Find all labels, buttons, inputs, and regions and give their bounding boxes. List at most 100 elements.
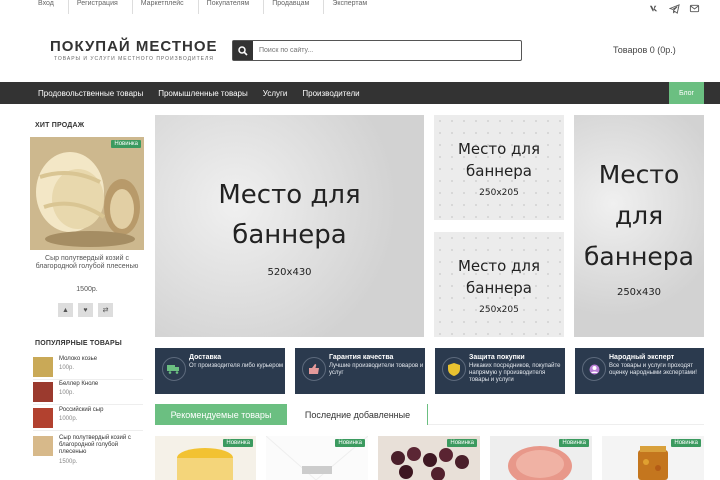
expert-icon	[582, 357, 606, 381]
search-input[interactable]	[253, 41, 518, 60]
tab-latest[interactable]: Последние добавленные	[288, 404, 428, 425]
popular-name: Российский сыр	[59, 407, 104, 413]
feature-title: Народный эксперт	[609, 354, 675, 361]
banner-title-line: Место для	[457, 139, 541, 158]
product-thumb	[33, 357, 53, 377]
telegram-icon[interactable]	[669, 3, 680, 14]
feature-text: Лучшие производители товаров и услуг	[329, 363, 424, 376]
hit-product-title[interactable]: Сыр полутвердый козий с благородной голу…	[30, 255, 144, 271]
cheese-image	[30, 137, 144, 250]
feature-text: Никаких посредников, покупайте напрямую …	[469, 363, 561, 383]
banner-title-line: Место для	[218, 179, 361, 210]
new-badge: Новинка	[447, 439, 477, 447]
banner-tall[interactable]: Место для баннера 250x430	[574, 115, 704, 337]
popular-name: Молоко козье	[59, 356, 98, 362]
banner-title-line: баннера	[232, 219, 347, 250]
list-item[interactable]: Российский сыр 1000р.	[33, 407, 143, 431]
product-card[interactable]: Новинка	[490, 436, 592, 480]
feature-expert: Народный эксперт Все товары и услуги про…	[575, 348, 704, 394]
popular-name: Беллер Кноле	[59, 381, 99, 387]
top-link-sellers[interactable]: Продавцам	[263, 0, 323, 14]
nav-item-food[interactable]: Продовольственные товары	[38, 89, 143, 98]
top-link-buyers[interactable]: Покупателям	[197, 0, 264, 14]
new-badge: Новинка	[111, 140, 141, 148]
banner-size: 250x205	[479, 187, 519, 198]
nav-item-services[interactable]: Услуги	[263, 89, 288, 98]
nav-items: Продовольственные товары Промышленные то…	[38, 82, 375, 104]
banner-title-line: для	[614, 201, 664, 230]
popular-heading: ПОПУЛЯРНЫЕ ТОВАРЫ	[35, 340, 122, 347]
brand-subtitle: товары и услуги местного производителя	[54, 56, 214, 62]
feature-quality: Гарантия качества Лучшие производители т…	[295, 348, 425, 394]
top-link-marketplace[interactable]: Маркетплейс	[131, 0, 198, 14]
vk-icon[interactable]	[649, 3, 660, 14]
feature-delivery: Доставка От производителя либо курьером	[155, 348, 285, 394]
hit-product-price: 1500р.	[76, 286, 98, 293]
product-thumb	[33, 382, 53, 402]
feature-text: Все товары и услуги проходят оценку наро…	[609, 363, 697, 376]
site-logo[interactable]: ПОКУПАЙ МЕСТНОЕ товары и услуги местного…	[50, 38, 218, 62]
popular-price: 1500р.	[59, 459, 78, 465]
list-item[interactable]: Беллер Кноле 100р.	[33, 381, 143, 405]
banner-small-top[interactable]: Место для баннера 250x205	[434, 115, 564, 220]
tab-divider	[428, 424, 704, 425]
feature-title: Доставка	[189, 354, 222, 361]
feature-title: Гарантия качества	[329, 354, 394, 361]
mail-icon[interactable]	[689, 3, 700, 14]
banner-size: 250x430	[616, 287, 662, 298]
banner-size: 520x430	[267, 266, 312, 278]
banner-title-line: Место	[598, 160, 680, 189]
banner-size: 250x205	[479, 304, 519, 315]
new-badge: Новинка	[559, 439, 589, 447]
popular-price: 100р.	[59, 390, 75, 396]
banner-title-line: баннера	[584, 242, 694, 271]
shield-icon	[442, 357, 466, 381]
banner-main[interactable]: Место для баннера 520x430	[155, 115, 424, 337]
cart-icon[interactable]: ▲	[58, 303, 73, 317]
blog-button[interactable]: Блог	[669, 82, 704, 104]
new-badge: Новинка	[335, 439, 365, 447]
truck-icon	[162, 357, 186, 381]
top-links: Вход Регистрация Маркетплейс Покупателям…	[30, 0, 381, 14]
new-badge: Новинка	[671, 439, 701, 447]
nav-item-industrial[interactable]: Промышленные товары	[158, 89, 248, 98]
search-bar	[232, 40, 522, 61]
cart-summary[interactable]: Товаров 0 (0р.)	[613, 45, 676, 55]
product-card[interactable]: Новинка	[378, 436, 480, 480]
banner-title-line: баннера	[466, 278, 532, 297]
banner-title-line: баннера	[466, 161, 532, 180]
search-button[interactable]	[233, 41, 253, 60]
hit-product-image[interactable]: Новинка	[30, 137, 144, 250]
search-icon	[238, 45, 248, 56]
brand-title: ПОКУПАЙ МЕСТНОЕ	[50, 38, 218, 55]
hit-sales-heading: ХИТ ПРОДАЖ	[35, 122, 85, 129]
list-item[interactable]: Сыр полутвердый козий с благородной голу…	[33, 435, 143, 471]
heart-icon[interactable]: ♥	[78, 303, 93, 317]
tab-recommended[interactable]: Рекомендуемые товары	[155, 404, 287, 425]
feature-title: Защита покупки	[469, 354, 525, 361]
popular-price: 100р.	[59, 365, 75, 371]
popular-name: Сыр полутвердый козий с благородной голу…	[59, 435, 131, 455]
hit-product-actions: ▲ ♥ ⇄	[58, 303, 113, 317]
nav-item-producers[interactable]: Производители	[302, 89, 359, 98]
feature-text: От производителя либо курьером	[189, 363, 284, 369]
banner-small-bottom[interactable]: Место для баннера 250x205	[434, 232, 564, 337]
thumbs-up-icon	[302, 357, 326, 381]
new-badge: Новинка	[223, 439, 253, 447]
popular-price: 1000р.	[59, 416, 78, 422]
product-card[interactable]: Новинка	[266, 436, 368, 480]
banner-title-line: Место для	[457, 256, 541, 275]
social-links	[649, 3, 700, 14]
top-link-register[interactable]: Регистрация	[67, 0, 132, 14]
list-item[interactable]: Молоко козье 100р.	[33, 356, 143, 380]
top-link-login[interactable]: Вход	[30, 0, 68, 14]
main-nav: Продовольственные товары Промышленные то…	[0, 82, 720, 104]
feature-protection: Защита покупки Никаких посредников, поку…	[435, 348, 565, 394]
top-bar: Вход Регистрация Маркетплейс Покупателям…	[0, 0, 720, 20]
product-card[interactable]: Новинка	[602, 436, 704, 480]
product-card[interactable]: Новинка	[155, 436, 256, 480]
product-thumb	[33, 436, 53, 456]
product-thumb	[33, 408, 53, 428]
compare-icon[interactable]: ⇄	[98, 303, 113, 317]
top-link-experts[interactable]: Экспертам	[323, 0, 381, 14]
